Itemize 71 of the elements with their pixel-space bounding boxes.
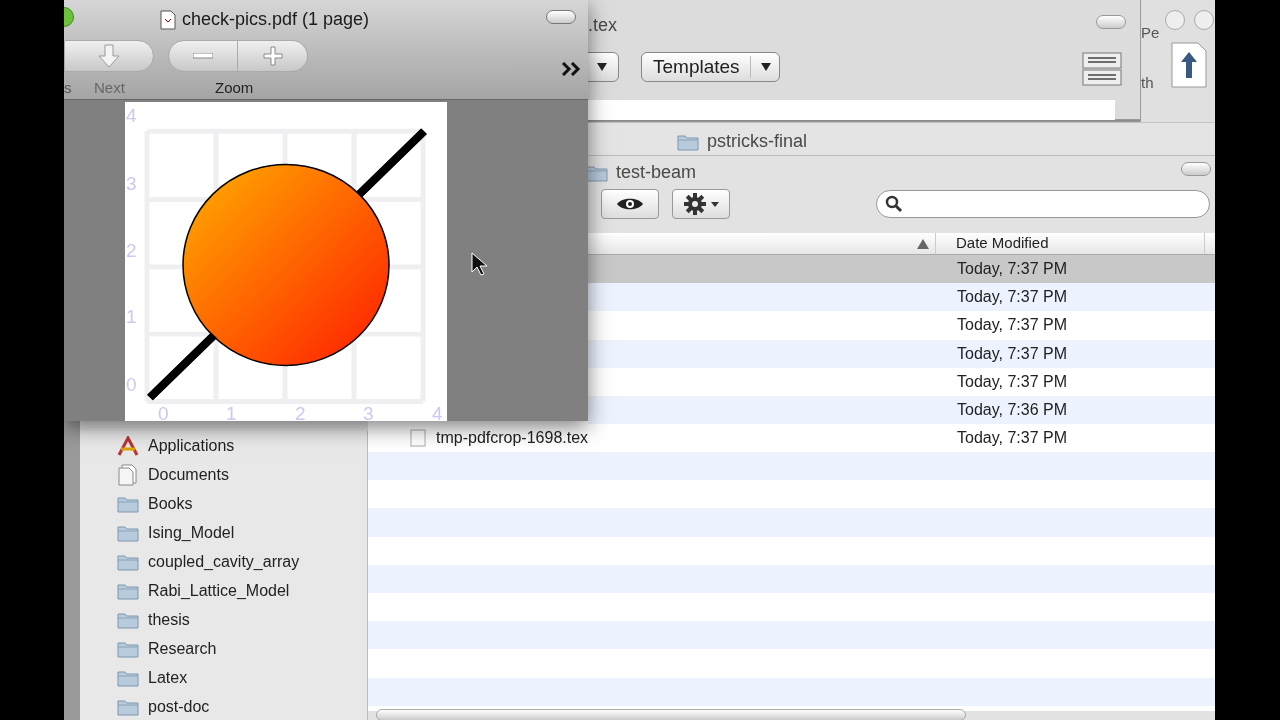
sidebar-item[interactable]: coupled_cavity_array xyxy=(116,547,367,576)
sidebar-item[interactable]: Documents xyxy=(116,460,367,489)
upload-file-icon xyxy=(1171,42,1207,88)
window-button[interactable] xyxy=(1165,10,1185,30)
text-fragment: th xyxy=(1141,73,1154,93)
folder-icon xyxy=(116,523,140,542)
zoom-in-button[interactable] xyxy=(238,40,308,72)
sidebar-item[interactable]: Ising_Model xyxy=(116,518,367,547)
caret-icon xyxy=(760,63,771,71)
date-modified: Today, 7:37 PM xyxy=(956,343,1067,364)
app-icon xyxy=(116,435,140,456)
window-title: check-pics.pdf (1 page) xyxy=(182,8,370,31)
window-title: .tex xyxy=(588,14,617,37)
folder-icon xyxy=(116,581,140,600)
cursor-arrow-icon xyxy=(471,252,487,276)
sidebar-item[interactable]: Applications xyxy=(116,431,367,460)
templates-button[interactable]: Templates xyxy=(641,52,780,82)
file-icon xyxy=(410,429,426,448)
file-name: tmp-pdfcrop-1698.tex xyxy=(436,428,589,449)
folder-icon xyxy=(116,639,140,658)
sidebar-item[interactable]: post-doc xyxy=(116,692,367,720)
toolbar-toggle-button[interactable] xyxy=(1181,162,1211,176)
plus-icon xyxy=(262,46,283,66)
file-row[interactable]: Today, 7:37 PM xyxy=(588,283,1215,312)
sidebar-item[interactable]: Research xyxy=(116,634,367,663)
sort-arrow-icon xyxy=(917,238,929,249)
text-fragment: Pe xyxy=(1141,23,1160,43)
date-modified: Today, 7:37 PM xyxy=(956,259,1067,280)
window-title: test-beam xyxy=(616,161,697,184)
more-chevrons-icon xyxy=(562,62,582,76)
search-icon xyxy=(885,195,903,213)
eye-icon xyxy=(616,196,644,212)
action-button[interactable] xyxy=(672,189,730,219)
text-lines-icon xyxy=(1082,52,1122,86)
date-modified: Today, 7:37 PM xyxy=(956,315,1067,336)
zoom-label: Zoom xyxy=(215,78,254,98)
folder-icon xyxy=(116,697,140,716)
caret-icon xyxy=(597,63,607,71)
date-modified: Today, 7:37 PM xyxy=(956,287,1067,308)
folder-icon xyxy=(116,668,140,687)
sidebar-item[interactable]: Latex xyxy=(116,663,367,692)
date-modified: Today, 7:36 PM xyxy=(956,400,1067,421)
quick-look-button[interactable] xyxy=(601,189,659,219)
next-page-button[interactable] xyxy=(64,40,154,72)
window-title: pstricks-final xyxy=(707,130,808,153)
zoom-out-button[interactable] xyxy=(168,40,238,72)
scroll-bar[interactable] xyxy=(376,709,966,720)
toolbar-toggle-button[interactable] xyxy=(1096,15,1126,29)
file-row[interactable]: Today, 7:37 PM xyxy=(588,339,1215,368)
minus-icon xyxy=(193,53,213,59)
previous-label: s xyxy=(64,78,72,98)
folder-icon xyxy=(586,163,608,182)
caret-icon xyxy=(711,201,719,207)
sidebar-item[interactable]: thesis xyxy=(116,605,367,634)
toolbar-toggle-button[interactable] xyxy=(546,10,576,24)
folder-icon xyxy=(116,552,140,571)
folder-icon xyxy=(116,494,140,513)
folder-icon xyxy=(677,132,699,151)
sidebar-item[interactable]: Rabi_Lattice_Model xyxy=(116,576,367,605)
date-modified: Today, 7:37 PM xyxy=(956,428,1067,449)
file-row[interactable]: Today, 7:36 PM xyxy=(588,395,1215,425)
search-field[interactable] xyxy=(876,190,1210,218)
down-arrow-icon xyxy=(98,44,120,68)
next-label: Next xyxy=(94,78,125,98)
sidebar-item[interactable]: Books xyxy=(116,489,367,518)
file-row[interactable]: Today, 7:37 PM xyxy=(588,255,1215,284)
folder-icon xyxy=(116,610,140,629)
date-modified: Today, 7:37 PM xyxy=(956,371,1067,392)
pdf-document-icon xyxy=(160,9,176,30)
document-icon xyxy=(116,463,140,486)
window-button[interactable] xyxy=(1194,10,1214,30)
